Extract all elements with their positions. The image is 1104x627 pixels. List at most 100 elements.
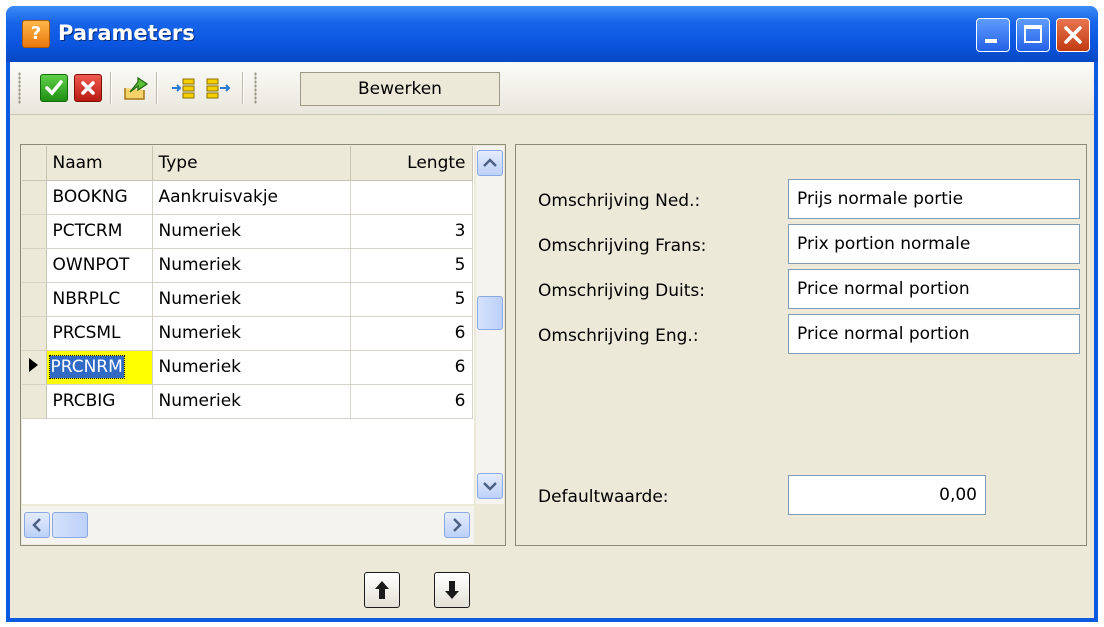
row-indicator-header <box>22 146 47 181</box>
table-row[interactable]: PRCSML Numeriek 6 <box>22 316 473 351</box>
insert-left-icon[interactable] <box>170 74 198 102</box>
description-english-field[interactable]: Price normal portion <box>788 314 1080 354</box>
description-german-field[interactable]: Price normal portion <box>788 269 1080 309</box>
cell-text: PRCNRM <box>48 355 125 379</box>
cell-type[interactable]: Numeriek <box>152 350 351 385</box>
cell-lengte[interactable]: 3 <box>350 214 473 249</box>
details-panel: Omschrijving Ned.: Prijs normale portie … <box>515 144 1087 546</box>
vertical-scrollbar[interactable] <box>476 146 504 504</box>
row-indicator[interactable] <box>22 282 47 317</box>
toolbar-grip[interactable] <box>18 72 21 104</box>
cell-text: BOOKNG <box>52 187 128 207</box>
horizontal-scrollbar[interactable] <box>22 506 474 544</box>
cell-type[interactable]: Numeriek <box>152 282 351 317</box>
move-up-button[interactable] <box>364 572 400 608</box>
toolbar: Bewerken <box>10 62 1094 115</box>
scroll-up-button[interactable] <box>477 150 503 176</box>
cell-naam[interactable]: OWNPOT <box>46 248 153 283</box>
field-label: Omschrijving Frans: <box>538 236 707 256</box>
cancel-cross-icon[interactable] <box>74 74 102 102</box>
row-indicator[interactable] <box>22 180 47 215</box>
cell-lengte[interactable]: 5 <box>350 248 473 283</box>
scroll-right-button[interactable] <box>444 512 470 538</box>
client-area: Bewerken Naam Type Lengte BOOKNG Aankrui… <box>10 62 1094 618</box>
default-value-label: Defaultwaarde: <box>538 487 669 507</box>
cell-type[interactable]: Numeriek <box>152 384 351 419</box>
table-row[interactable]: NBRPLC Numeriek 5 <box>22 282 473 317</box>
column-header-lengte[interactable]: Lengte <box>350 146 473 181</box>
cell-naam[interactable]: BOOKNG <box>46 180 153 215</box>
parameter-table: Naam Type Lengte BOOKNG Aankruisvakje PCTC… <box>22 146 473 419</box>
cell-naam[interactable]: NBRPLC <box>46 282 153 317</box>
table-row[interactable]: PCTCRM Numeriek 3 <box>22 214 473 249</box>
description-dutch-field[interactable]: Prijs normale portie <box>788 179 1080 219</box>
scroll-down-button[interactable] <box>477 473 503 499</box>
minimize-icon <box>985 39 997 43</box>
edit-button[interactable]: Bewerken <box>300 72 500 106</box>
maximize-icon <box>1024 25 1042 43</box>
table-row[interactable]: BOOKNG Aankruisvakje <box>22 180 473 215</box>
window-title: Parameters <box>58 21 195 45</box>
chevron-up-icon <box>483 158 497 167</box>
move-down-button[interactable] <box>434 572 470 608</box>
cell-lengte[interactable]: 6 <box>350 316 473 351</box>
export-arrow-icon[interactable] <box>122 74 150 102</box>
column-header-naam[interactable]: Naam <box>46 146 153 181</box>
table-row[interactable]: PRCBIG Numeriek 6 <box>22 384 473 419</box>
grid-body: Naam Type Lengte BOOKNG Aankruisvakje PCTC… <box>22 146 474 504</box>
title-bar[interactable]: ? Parameters <box>6 6 1098 62</box>
table-row[interactable]: OWNPOT Numeriek 5 <box>22 248 473 283</box>
cell-naam[interactable]: PRCNRM <box>46 350 153 385</box>
minimize-button[interactable] <box>976 18 1010 52</box>
cell-text: PRCBIG <box>52 391 116 411</box>
parameters-window: ? Parameters Bewerken Naam Type Lengte B… <box>6 6 1098 622</box>
cell-naam[interactable]: PRCSML <box>46 316 153 351</box>
parameter-grid: Naam Type Lengte BOOKNG Aankruisvakje PCTC… <box>20 144 506 546</box>
scrollbar-corner <box>476 506 504 544</box>
arrow-down-icon <box>445 581 459 599</box>
default-value-field[interactable]: 0,00 <box>788 475 986 515</box>
cell-text: PRCSML <box>52 323 121 343</box>
toolbar-separator <box>242 72 244 104</box>
row-indicator[interactable] <box>22 248 47 283</box>
close-button[interactable] <box>1056 18 1090 52</box>
scroll-left-button[interactable] <box>24 512 50 538</box>
insert-right-icon[interactable] <box>204 74 232 102</box>
column-header-type[interactable]: Type <box>152 146 351 181</box>
arrow-up-icon <box>375 581 389 599</box>
close-icon <box>1064 26 1082 44</box>
maximize-button[interactable] <box>1016 18 1050 52</box>
row-indicator[interactable] <box>22 316 47 351</box>
cell-naam[interactable]: PCTCRM <box>46 214 153 249</box>
field-label: Omschrijving Duits: <box>538 281 705 301</box>
cell-type[interactable]: Numeriek <box>152 316 351 351</box>
cell-text: NBRPLC <box>52 289 121 309</box>
horizontal-scroll-thumb[interactable] <box>52 512 88 538</box>
confirm-check-icon[interactable] <box>40 74 68 102</box>
cell-type[interactable]: Numeriek <box>152 214 351 249</box>
toolbar-separator <box>156 72 158 104</box>
cell-type[interactable]: Numeriek <box>152 248 351 283</box>
help-question-icon: ? <box>22 20 50 48</box>
cell-text: PCTCRM <box>52 221 123 241</box>
toolbar-separator <box>110 72 112 104</box>
cell-naam[interactable]: PRCBIG <box>46 384 153 419</box>
field-label: Omschrijving Eng.: <box>538 326 699 346</box>
vertical-scroll-thumb[interactable] <box>477 296 503 330</box>
cell-lengte[interactable]: 6 <box>350 384 473 419</box>
row-indicator[interactable] <box>22 384 47 419</box>
chevron-left-icon <box>32 518 41 532</box>
description-french-field[interactable]: Prix portion normale <box>788 224 1080 264</box>
row-indicator[interactable] <box>22 350 47 385</box>
cell-lengte[interactable] <box>350 180 473 215</box>
toolbar-grip[interactable] <box>254 72 257 104</box>
current-row-arrow-icon <box>29 357 38 372</box>
row-indicator[interactable] <box>22 214 47 249</box>
cell-text: OWNPOT <box>52 255 130 275</box>
cell-lengte[interactable]: 5 <box>350 282 473 317</box>
table-header-row: Naam Type Lengte <box>22 146 473 181</box>
cell-type[interactable]: Aankruisvakje <box>152 180 351 215</box>
chevron-right-icon <box>453 518 462 532</box>
table-row[interactable]: PRCNRM Numeriek 6 <box>22 350 473 385</box>
cell-lengte[interactable]: 6 <box>350 350 473 385</box>
